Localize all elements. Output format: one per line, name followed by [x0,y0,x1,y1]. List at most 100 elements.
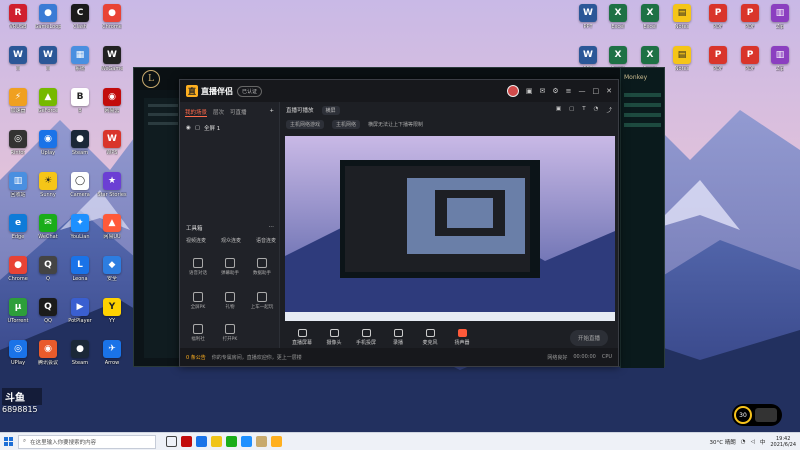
taskbar-search[interactable]: ⌕ 在这里输入你要搜索的内容 [18,434,156,449]
eye-icon[interactable]: ◉ [186,125,191,131]
tool-item[interactable]: 数据助手 [248,258,276,276]
scene-item[interactable]: ◉ ▢ 全屏 1 [180,121,279,135]
fps-widget[interactable]: 30 [732,404,782,426]
desktop-icon[interactable]: ▤ Notes [664,46,700,80]
desktop-icon[interactable]: ▲ 网易UU [94,214,130,248]
tool-item[interactable]: 弹幕助手 [216,258,244,276]
desktop-icon[interactable]: ▥ Zip [762,46,798,80]
more-icon[interactable]: ⋯ [269,224,275,232]
desktop-icon[interactable]: ▲ GeForce [30,88,66,122]
taskview-icon[interactable] [166,436,177,447]
tool-item[interactable]: 语音对话 [184,258,212,276]
start-button[interactable] [0,433,16,450]
app-stream-icon[interactable] [271,436,282,447]
app-wechat-icon[interactable] [226,436,237,447]
phone-cast-button[interactable]: 手机投屏 [354,329,378,346]
desktop-icon[interactable]: ▦ 系统 [62,46,98,80]
close-icon[interactable]: ✕ [606,87,612,95]
avatar[interactable] [506,85,519,97]
gamepad-icon[interactable]: ▣ [556,106,561,114]
mic-button[interactable]: 麦克风 [418,329,442,346]
desktop-icon[interactable]: ✉ WeChat [30,214,66,248]
desktop-icon[interactable]: ★ Star Stories [94,172,130,206]
friend-row[interactable] [624,103,661,107]
stream-preview[interactable] [285,136,615,321]
tab-layers[interactable]: 层次 [213,108,224,117]
network-icon[interactable]: ◔ [741,439,746,445]
desktop-icon[interactable]: QQ [30,256,66,290]
desktop-icon[interactable]: Q QQ [30,298,66,332]
tool-item[interactable]: 礼物 [216,292,244,310]
desktop-icon[interactable]: Y YY [94,298,130,332]
minimize-icon[interactable]: — [579,87,586,95]
desktop-icon[interactable]: ● Steam [62,340,98,374]
screen-capture-button[interactable]: 直播屏幕 [290,329,314,346]
app-explorer-icon[interactable] [211,436,222,447]
gift-icon[interactable]: ▣ [526,87,533,95]
desktop-icon[interactable]: P PDF [700,46,736,80]
tab-live[interactable]: 可直播 [230,108,247,117]
desktop-icon[interactable]: ◉ 腾讯会议 [30,340,66,374]
maximize-icon[interactable]: □ [593,87,600,95]
desktop-icon[interactable]: L Leona [62,256,98,290]
share-icon[interactable]: ⤴ [606,106,612,114]
stream-app-window[interactable]: 直 直播伴侣 已认证 ▣ ✉ ⚙ ≡ — □ ✕ 我的场景 层次 可直播 + ◉… [179,79,619,367]
add-scene-icon[interactable]: + [269,108,274,117]
record-button[interactable]: 录播 [386,329,410,346]
desktop-icon[interactable]: W WeGame [94,46,130,80]
tool-video-link[interactable]: 视频连麦 [186,237,206,244]
desktop-icon[interactable]: W WPS [94,130,130,164]
friend-row[interactable] [624,113,661,117]
tool-item[interactable]: 打开PK [216,324,244,342]
desktop-icon[interactable]: ☀ Sunny [30,172,66,206]
tool-item[interactable]: 全屏PK [184,292,212,310]
lock-icon[interactable]: ▢ [195,125,200,131]
desktop-icon[interactable]: ◯ Camera [62,172,98,206]
tool-item[interactable]: 福利社 [184,324,212,342]
desktop-icon[interactable]: WW [30,46,66,80]
text-icon[interactable]: T [582,106,585,114]
desktop-icon[interactable]: ✈ Arrow [94,340,130,374]
desktop-icon[interactable]: X Excel [632,4,668,38]
source-game-pill[interactable]: 主机网络游戏 [286,120,325,129]
clock[interactable]: 19:42 2021/6/24 [770,436,796,448]
orientation-toggle[interactable]: 横屏 [321,105,340,115]
bell-icon[interactable]: ◔ [594,106,599,114]
tool-voice-link[interactable]: 语音连麦 [256,237,276,244]
ime-indicator[interactable]: 中 [760,438,766,446]
desktop-icon[interactable]: ✦ YouLian [62,214,98,248]
volume-icon[interactable]: ◁ [751,439,755,445]
tool-item[interactable]: 上车一起玩 [248,292,276,310]
settings-icon[interactable]: ⚙ [552,87,558,95]
friend-row[interactable] [624,93,661,97]
desktop-icon[interactable]: C Clash [62,4,98,38]
app-store-icon[interactable] [241,436,252,447]
weather-text[interactable]: 30°C 晴朗 [709,438,735,446]
desktop-icon[interactable]: P PDF [700,4,736,38]
speaker-button[interactable]: 扬声器 [450,329,474,346]
camera-button[interactable]: 摄像头 [322,329,346,346]
desktop-icon[interactable]: ◆ 安全 [94,256,130,290]
friend-row[interactable] [624,123,661,127]
app-edge-icon[interactable] [196,436,207,447]
desktop-icon[interactable]: ▤ Notes [664,4,700,38]
app-lol-icon[interactable] [256,436,267,447]
desktop-icon[interactable]: ◉ Uplay [30,130,66,164]
desktop-icon[interactable]: ● GameLoop [30,4,66,38]
message-icon[interactable]: ✉ [539,87,545,95]
lock-icon[interactable]: ▢ [569,106,574,114]
tool-audience-link[interactable]: 观众连麦 [221,237,241,244]
desktop-icon[interactable]: ▥ Zip [762,4,798,38]
desktop-icon[interactable]: ● Steam [62,130,98,164]
tab-my-scenes[interactable]: 我的场景 [185,108,208,117]
desktop-icon[interactable]: ◉ 网易云 [94,88,130,122]
start-live-button[interactable]: 开始直播 [569,329,608,346]
announcement-count[interactable]: 0 条公告 [186,354,206,361]
desktop-icon[interactable]: ▶ PotPlayer [62,298,98,332]
menu-icon[interactable]: ≡ [566,87,572,95]
desktop-icon[interactable]: X Excel [600,4,636,38]
app-netease-icon[interactable] [181,436,192,447]
source-net-pill[interactable]: 主机网络 [332,120,361,129]
desktop-icon[interactable]: ● Chrome [94,4,130,38]
desktop-icon[interactable]: BB [62,88,98,122]
